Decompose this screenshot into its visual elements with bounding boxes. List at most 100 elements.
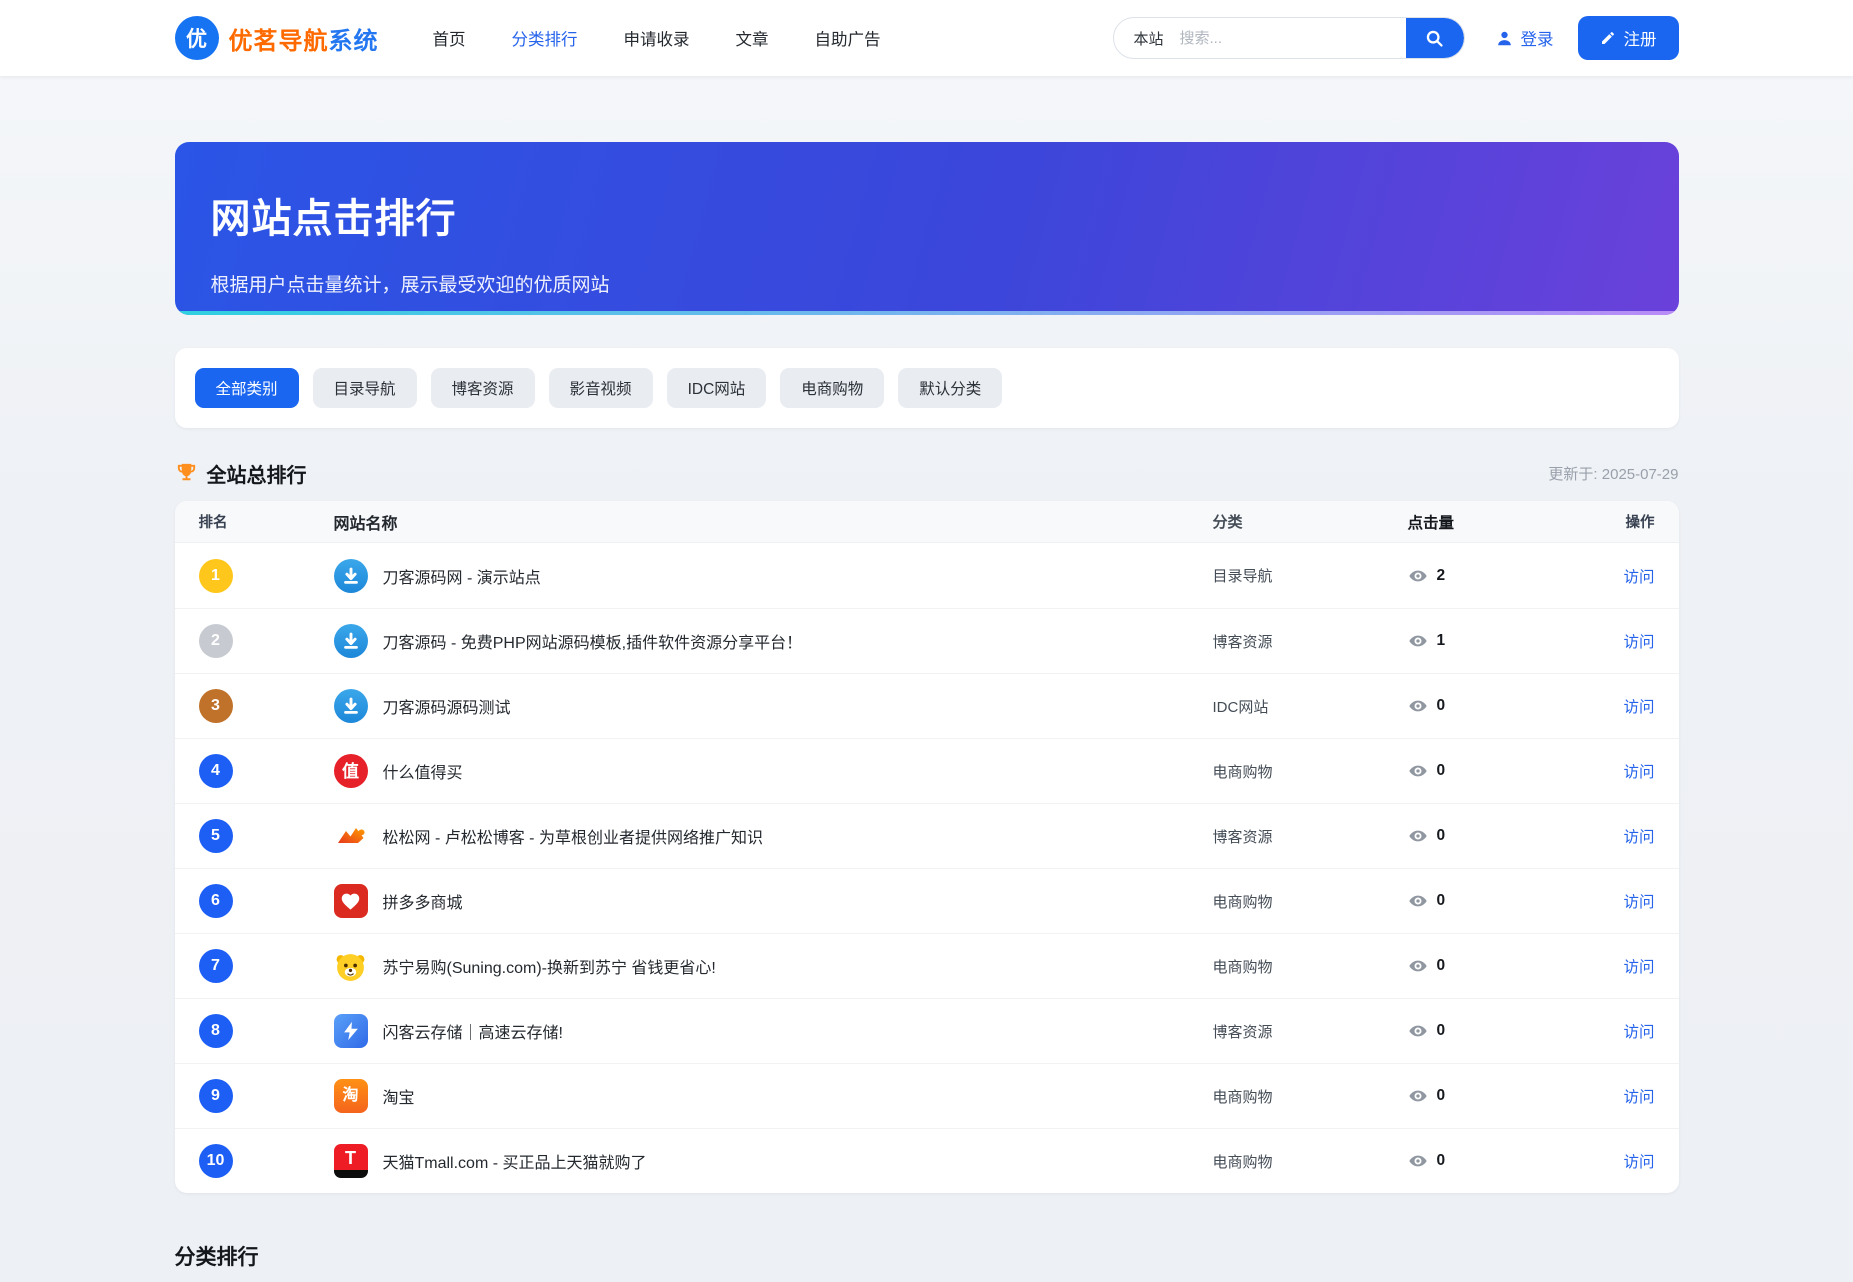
eye-icon bbox=[1408, 891, 1428, 911]
download-icon bbox=[340, 630, 362, 652]
column-header: 操作 bbox=[1583, 511, 1655, 532]
table-row: 10 T 天猫Tmall.com - 买正品上天猫就购了 电商购物 0 访问 bbox=[175, 1128, 1679, 1193]
column-header: 网站名称 bbox=[334, 510, 1213, 534]
site-category: 博客资源 bbox=[1213, 826, 1408, 847]
nav-item-articles[interactable]: 文章 bbox=[736, 26, 769, 50]
table-row: 1 刀客源码网 - 演示站点 目录导航 2 访问 bbox=[175, 543, 1679, 608]
updated-timestamp: 更新于: 2025-07-29 bbox=[1548, 463, 1678, 484]
register-label: 注册 bbox=[1624, 26, 1657, 50]
eye-icon bbox=[1408, 696, 1428, 716]
click-count: 0 bbox=[1437, 1022, 1446, 1040]
filter-chip-idc[interactable]: IDC网站 bbox=[667, 368, 767, 408]
click-count: 0 bbox=[1437, 697, 1446, 715]
site-favicon-download-icon bbox=[334, 559, 368, 593]
site-name: 刀客源码网 - 演示站点 bbox=[383, 564, 541, 588]
click-count: 0 bbox=[1437, 892, 1446, 910]
filter-chip-ecommerce[interactable]: 电商购物 bbox=[780, 368, 884, 408]
click-count: 0 bbox=[1437, 762, 1446, 780]
site-favicon-pdd-icon bbox=[334, 884, 368, 918]
site-category: 博客资源 bbox=[1213, 1021, 1408, 1042]
category-filter-bar: 全部类别目录导航博客资源影音视频 IDC网站电商购物默认分类 bbox=[175, 348, 1679, 428]
site-category: IDC网站 bbox=[1213, 696, 1408, 717]
lightning-icon bbox=[340, 1020, 362, 1042]
site-name: 闪客云存储｜高速云存储! bbox=[383, 1019, 563, 1043]
table-row: 9 淘 淘宝 电商购物 0 访问 bbox=[175, 1063, 1679, 1128]
eye-icon bbox=[1408, 761, 1428, 781]
site-favicon-taobao-icon: 淘 bbox=[334, 1079, 368, 1113]
navbar: 优 优茗导航系统 首页 分类排行 申请收录 文章 自助广告 本站 登录 注册 bbox=[0, 0, 1853, 76]
filter-chip-default[interactable]: 默认分类 bbox=[898, 368, 1002, 408]
search-area: 本站 bbox=[1113, 17, 1465, 59]
search-box: 本站 bbox=[1113, 17, 1465, 59]
column-header: 点击量 bbox=[1408, 511, 1583, 533]
nav-item-home[interactable]: 首页 bbox=[433, 26, 466, 50]
visit-link[interactable]: 访问 bbox=[1623, 1089, 1654, 1106]
search-button[interactable] bbox=[1406, 17, 1464, 59]
click-count: 0 bbox=[1437, 957, 1446, 975]
click-count: 1 bbox=[1437, 632, 1446, 650]
site-logo[interactable]: 优 优茗导航系统 bbox=[175, 16, 379, 60]
filter-chip-blog[interactable]: 博客资源 bbox=[431, 368, 535, 408]
filter-chip-all[interactable]: 全部类别 bbox=[195, 368, 299, 408]
filter-chip-directory[interactable]: 目录导航 bbox=[313, 368, 417, 408]
site-name: 天猫Tmall.com - 买正品上天猫就购了 bbox=[383, 1149, 647, 1173]
click-count: 2 bbox=[1437, 567, 1446, 585]
filter-chip-video[interactable]: 影音视频 bbox=[549, 368, 653, 408]
page-subtitle: 根据用户点击量统计，展示最受欢迎的优质网站 bbox=[211, 270, 1643, 297]
visit-link[interactable]: 访问 bbox=[1623, 764, 1654, 781]
category-ranking-title: 分类排行 bbox=[175, 1241, 1679, 1271]
site-category: 电商购物 bbox=[1213, 761, 1408, 782]
section-title: 全站总排行 bbox=[207, 459, 307, 488]
download-icon bbox=[340, 695, 362, 717]
site-category: 电商购物 bbox=[1213, 956, 1408, 977]
site-favicon-download-icon bbox=[334, 689, 368, 723]
click-count: 0 bbox=[1437, 827, 1446, 845]
site-name: 松松网 - 卢松松博客 - 为草根创业者提供网络推广知识 bbox=[383, 824, 763, 848]
ranking-rows: 1 刀客源码网 - 演示站点 目录导航 2 访问 2 刀客源码 - 免费PHP网… bbox=[175, 543, 1679, 1193]
register-button[interactable]: 注册 bbox=[1578, 16, 1679, 60]
visit-link[interactable]: 访问 bbox=[1623, 1024, 1654, 1041]
rank-badge: 7 bbox=[199, 949, 233, 983]
visit-link[interactable]: 访问 bbox=[1623, 634, 1654, 651]
eye-icon bbox=[1408, 566, 1428, 586]
user-icon bbox=[1495, 29, 1514, 48]
table-row: 5 松松网 - 卢松松博客 - 为草根创业者提供网络推广知识 博客资源 0 访问 bbox=[175, 803, 1679, 868]
site-category: 目录导航 bbox=[1213, 565, 1408, 586]
site-name: 刀客源码源码测试 bbox=[383, 694, 511, 718]
rank-badge: 5 bbox=[199, 819, 233, 853]
rank-badge: 4 bbox=[199, 754, 233, 788]
click-count: 0 bbox=[1437, 1087, 1446, 1105]
table-row: 2 刀客源码 - 免费PHP网站源码模板,插件软件资源分享平台！ 博客资源 1 … bbox=[175, 608, 1679, 673]
site-category: 电商购物 bbox=[1213, 1086, 1408, 1107]
site-name: 刀客源码 - 免费PHP网站源码模板,插件软件资源分享平台！ bbox=[383, 629, 803, 653]
ranking-section-header: 全站总排行 更新于: 2025-07-29 bbox=[175, 454, 1679, 492]
site-favicon-suning-icon bbox=[334, 949, 368, 983]
login-link[interactable]: 登录 bbox=[1495, 26, 1554, 50]
search-input[interactable] bbox=[1180, 30, 1406, 47]
nav-item-category-ranking[interactable]: 分类排行 bbox=[512, 26, 578, 50]
nav-item-self-ads[interactable]: 自助广告 bbox=[815, 26, 881, 50]
visit-link[interactable]: 访问 bbox=[1623, 829, 1654, 846]
rank-badge: 6 bbox=[199, 884, 233, 918]
visit-link[interactable]: 访问 bbox=[1623, 894, 1654, 911]
eye-icon bbox=[1408, 1151, 1428, 1171]
rank-badge: 10 bbox=[199, 1144, 233, 1178]
visit-link[interactable]: 访问 bbox=[1623, 959, 1654, 976]
visit-link[interactable]: 访问 bbox=[1623, 1154, 1654, 1171]
column-header: 排名 bbox=[199, 511, 334, 532]
nav-item-submit-site[interactable]: 申请收录 bbox=[624, 26, 690, 50]
site-name: 拼多多商城 bbox=[383, 889, 463, 913]
visit-link[interactable]: 访问 bbox=[1623, 699, 1654, 716]
site-favicon-bolt-icon bbox=[334, 1014, 368, 1048]
search-scope-select[interactable]: 本站 bbox=[1114, 28, 1180, 49]
eye-icon bbox=[1408, 631, 1428, 651]
squirrel-icon bbox=[335, 820, 367, 852]
site-name: 淘宝 bbox=[383, 1084, 415, 1108]
hero-banner: 网站点击排行 根据用户点击量统计，展示最受欢迎的优质网站 bbox=[175, 142, 1679, 315]
click-count: 0 bbox=[1437, 1152, 1446, 1170]
rank-badge: 9 bbox=[199, 1079, 233, 1113]
table-row: 3 刀客源码源码测试 IDC网站 0 访问 bbox=[175, 673, 1679, 738]
visit-link[interactable]: 访问 bbox=[1623, 569, 1654, 586]
logo-badge-icon: 优 bbox=[175, 16, 219, 60]
rank-badge: 2 bbox=[199, 624, 233, 658]
